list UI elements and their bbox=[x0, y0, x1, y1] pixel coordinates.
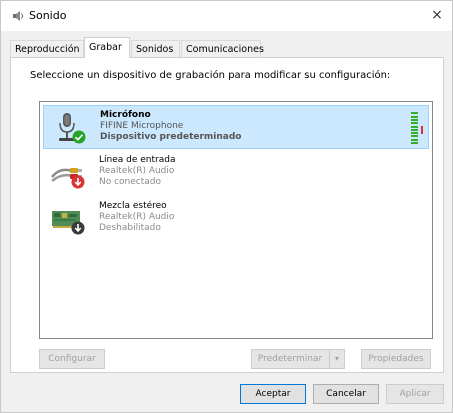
device-subtitle: Realtek(R) Audio bbox=[99, 166, 175, 176]
device-item-linea-entrada[interactable]: Línea de entrada Realtek(R) Audio No con… bbox=[43, 151, 429, 195]
ok-button[interactable]: Aceptar bbox=[240, 384, 306, 404]
tab-sonidos[interactable]: Sonidos bbox=[131, 40, 180, 57]
close-button[interactable]: × bbox=[422, 1, 452, 31]
level-bar bbox=[411, 115, 418, 118]
chevron-down-icon[interactable]: ▾ bbox=[329, 350, 344, 368]
tab-grabar[interactable]: Grabar bbox=[84, 37, 130, 58]
instructions-text: Seleccione un dispositivo de grabación p… bbox=[30, 70, 391, 81]
level-bar bbox=[411, 142, 418, 144]
level-bar bbox=[411, 132, 418, 135]
device-text: Micrófono FIFINE Microphone Dispositivo … bbox=[100, 110, 242, 143]
apply-button[interactable]: Aplicar bbox=[386, 384, 444, 404]
device-name: Línea de entrada bbox=[99, 155, 176, 165]
set-default-button[interactable]: Predeterminar ▾ bbox=[251, 349, 345, 369]
level-meter bbox=[411, 110, 418, 144]
speaker-icon bbox=[13, 11, 23, 21]
set-default-label: Predeterminar bbox=[257, 354, 323, 364]
device-text: Línea de entrada Realtek(R) Audio No con… bbox=[99, 155, 175, 188]
configure-button[interactable]: Configurar bbox=[39, 349, 105, 369]
properties-button[interactable]: Propiedades bbox=[361, 349, 431, 369]
device-item-microfono[interactable]: Micrófono FIFINE Microphone Dispositivo … bbox=[43, 105, 429, 149]
cancel-button[interactable]: Cancelar bbox=[313, 384, 379, 404]
level-bar bbox=[411, 118, 418, 121]
tab-strip: Reproducción Grabar Sonidos Comunicacion… bbox=[10, 37, 443, 58]
device-name: Mezcla estéreo bbox=[99, 201, 167, 211]
disconnected-arrow-icon bbox=[71, 175, 85, 189]
device-text: Mezcla estéreo Realtek(R) Audio Deshabil… bbox=[99, 201, 174, 234]
sound-dialog: Sonido × Reproducción Grabar Sonidos Com… bbox=[0, 0, 453, 413]
device-item-mezcla-estereo[interactable]: Mezcla estéreo Realtek(R) Audio Deshabil… bbox=[43, 197, 429, 241]
level-bar bbox=[411, 128, 418, 131]
disabled-arrow-icon bbox=[71, 221, 85, 235]
window-title: Sonido bbox=[29, 9, 67, 22]
device-status: Deshabilitado bbox=[99, 223, 161, 233]
device-status: No conectado bbox=[99, 177, 162, 187]
level-bar bbox=[411, 112, 418, 115]
level-bar bbox=[411, 135, 418, 138]
level-peak-marker bbox=[421, 126, 423, 134]
level-bar bbox=[411, 125, 418, 128]
level-bar bbox=[411, 138, 418, 141]
tab-comunicaciones[interactable]: Comunicaciones bbox=[181, 40, 264, 57]
title-bar[interactable]: Sonido × bbox=[1, 1, 452, 31]
default-check-icon bbox=[72, 130, 86, 144]
tab-reproduccion[interactable]: Reproducción bbox=[10, 40, 84, 57]
close-icon: × bbox=[431, 7, 443, 23]
level-bar bbox=[411, 122, 418, 125]
device-subtitle: FIFINE Microphone bbox=[100, 121, 184, 131]
device-status: Dispositivo predeterminado bbox=[100, 132, 242, 142]
device-list[interactable]: Micrófono FIFINE Microphone Dispositivo … bbox=[39, 101, 433, 339]
device-name: Micrófono bbox=[100, 110, 151, 120]
device-subtitle: Realtek(R) Audio bbox=[99, 212, 175, 222]
